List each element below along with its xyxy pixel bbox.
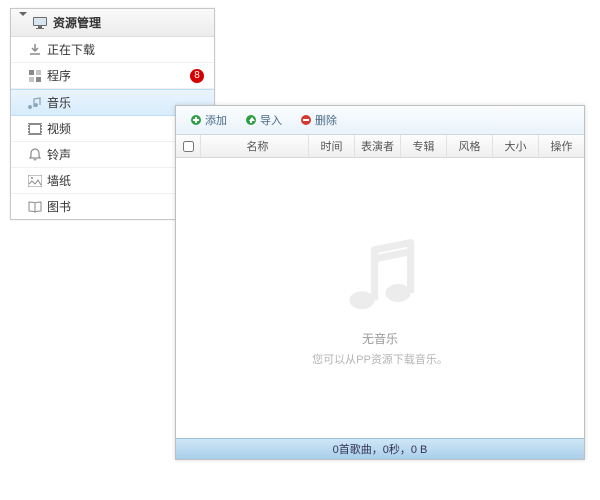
download-icon (27, 42, 43, 58)
import-circle-icon (245, 114, 257, 126)
status-bar: 0首歌曲，0秒，0 B (176, 438, 584, 459)
minus-circle-icon (300, 114, 312, 126)
delete-button[interactable]: 删除 (292, 110, 345, 130)
column-name[interactable]: 名称 (200, 135, 308, 157)
import-label: 导入 (260, 112, 282, 128)
music-note-icon (335, 230, 425, 320)
column-album[interactable]: 专辑 (400, 135, 446, 157)
sidebar-item-label: 音乐 (47, 94, 71, 111)
select-all-checkbox[interactable] (183, 141, 194, 152)
badge-count: 8 (190, 69, 204, 83)
select-all-cell[interactable] (176, 141, 200, 152)
sidebar-item-label: 图书 (47, 198, 71, 215)
apps-icon (27, 68, 43, 84)
sidebar-title: 资源管理 (53, 14, 101, 31)
add-label: 添加 (205, 112, 227, 128)
sidebar-item-label: 视频 (47, 120, 71, 137)
column-header-row: 名称 时间 表演者 专辑 风格 大小 操作 (176, 135, 584, 158)
book-icon (27, 199, 43, 215)
column-size[interactable]: 大小 (492, 135, 538, 157)
video-icon (27, 121, 43, 137)
sidebar-item-downloading[interactable]: 正在下载 (11, 37, 214, 63)
sidebar-item-label: 正在下载 (47, 41, 95, 58)
wallpaper-icon (27, 173, 43, 189)
column-artist[interactable]: 表演者 (354, 135, 400, 157)
music-icon (27, 95, 43, 111)
sidebar-item-label: 墙纸 (47, 172, 71, 189)
sidebar-item-label: 铃声 (47, 146, 71, 163)
monitor-icon (33, 17, 47, 29)
delete-label: 删除 (315, 112, 337, 128)
column-genre[interactable]: 风格 (446, 135, 492, 157)
add-button[interactable]: 添加 (182, 110, 235, 130)
tree-collapse-icon (19, 16, 27, 30)
column-action[interactable]: 操作 (538, 135, 584, 157)
empty-state: 无音乐 您可以从PP资源下载音乐。 (176, 158, 584, 438)
sidebar-header[interactable]: 资源管理 (11, 9, 214, 37)
column-time[interactable]: 时间 (308, 135, 354, 157)
sidebar-item-apps[interactable]: 程序 8 (11, 63, 214, 89)
empty-title: 无音乐 (362, 330, 398, 347)
main-panel: 添加 导入 删除 名称 时间 表演者 专辑 风格 大小 操作 无音乐 (175, 105, 585, 460)
empty-subtitle: 您可以从PP资源下载音乐。 (312, 351, 448, 367)
ringtone-icon (27, 147, 43, 163)
import-button[interactable]: 导入 (237, 110, 290, 130)
plus-circle-icon (190, 114, 202, 126)
toolbar: 添加 导入 删除 (176, 106, 584, 135)
sidebar-item-label: 程序 (47, 67, 71, 84)
